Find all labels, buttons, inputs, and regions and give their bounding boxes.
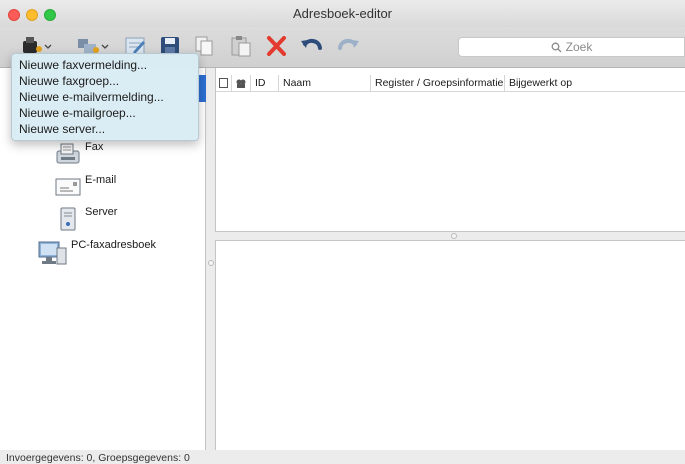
sidebar-item-email[interactable]: E-mail xyxy=(53,174,116,198)
pc-fax-addressbook-icon xyxy=(38,241,67,265)
document-icon xyxy=(219,78,228,88)
col-group[interactable] xyxy=(232,75,251,91)
search-field[interactable]: Zoek xyxy=(458,37,685,57)
paste-icon xyxy=(231,36,251,57)
detail-pane xyxy=(215,240,685,450)
sidebar-item-label: Server xyxy=(85,206,118,218)
horizontal-splitter[interactable] xyxy=(215,232,685,240)
menu-item-new-server[interactable]: Nieuwe server... xyxy=(12,121,198,137)
fax-icon xyxy=(56,143,80,164)
delete-button[interactable] xyxy=(262,33,290,59)
col-name[interactable]: Naam xyxy=(279,75,371,91)
menu-item-new-fax-group[interactable]: Nieuwe faxgroep... xyxy=(12,73,198,89)
sidebar-item-pc-fax-addressbook[interactable]: PC-faxadresboek xyxy=(37,239,156,267)
col-type[interactable] xyxy=(216,75,232,91)
new-entry-menu: Nieuwe faxvermelding... Nieuwe faxgroep.… xyxy=(11,53,199,141)
menu-item-new-email-entry[interactable]: Nieuwe e-mailvermelding... xyxy=(12,89,198,105)
redo-button[interactable] xyxy=(334,33,362,59)
sidebar-item-label: E-mail xyxy=(85,174,117,186)
sidebar-item-server[interactable]: Server xyxy=(55,206,117,232)
group-icon xyxy=(236,79,246,88)
window-title: Adresboek-editor xyxy=(293,6,392,21)
status-bar: Invoergegevens: 0, Groepsgegevens: 0 xyxy=(6,452,190,464)
list-header: ID Naam Register / Groepsinformatie Bijg… xyxy=(216,75,685,92)
splitter-handle-icon xyxy=(451,233,457,239)
server-icon xyxy=(60,207,76,231)
search-icon xyxy=(551,42,562,52)
undo-icon xyxy=(301,38,322,50)
menu-item-new-fax-entry[interactable]: Nieuwe faxvermelding... xyxy=(12,57,198,73)
search-placeholder: Zoek xyxy=(565,40,593,54)
delete-icon xyxy=(267,36,286,56)
paste-button[interactable] xyxy=(227,33,255,59)
vertical-splitter[interactable] xyxy=(206,68,215,450)
sidebar-item-label: Fax xyxy=(85,141,104,153)
email-icon xyxy=(55,178,81,196)
splitter-handle-icon xyxy=(208,260,214,266)
sidebar-item-fax[interactable]: Fax xyxy=(53,141,103,169)
menu-item-new-email-group[interactable]: Nieuwe e-mailgroep... xyxy=(12,105,198,121)
address-list: ID Naam Register / Groepsinformatie Bijg… xyxy=(215,68,685,232)
col-updated-on[interactable]: Bijgewerkt op xyxy=(505,75,665,91)
undo-button[interactable] xyxy=(298,33,326,59)
sidebar-item-label: PC-faxadresboek xyxy=(71,239,156,251)
redo-icon xyxy=(338,38,359,50)
col-id[interactable]: ID xyxy=(251,75,279,91)
title-bar: Adresboek-editor xyxy=(0,0,685,27)
col-register-group-info[interactable]: Register / Groepsinformatie xyxy=(371,75,505,91)
